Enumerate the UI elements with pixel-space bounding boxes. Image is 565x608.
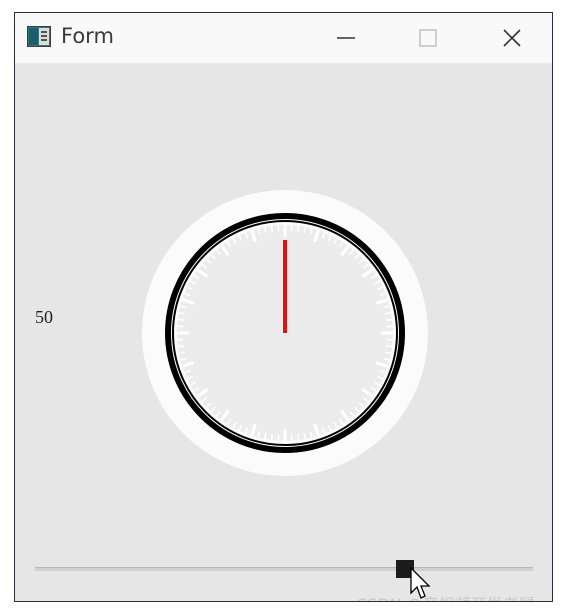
dial-gauge[interactable] [140, 188, 430, 478]
dial-minor-tick [270, 225, 274, 232]
watermark-text: CSDN @音视频开发老舅 [356, 591, 535, 601]
title-bar[interactable]: Form [15, 13, 552, 64]
dial-minor-tick [303, 433, 307, 440]
dial-minor-tick [303, 226, 307, 233]
dial-minor-tick [296, 434, 300, 441]
maximize-icon [419, 29, 437, 47]
minimize-button[interactable] [321, 13, 371, 63]
form-window: Form 50 CSDN @音视频开发老舅 [14, 12, 553, 602]
close-button[interactable] [487, 13, 537, 63]
dial-minor-tick [385, 351, 392, 355]
dial-minor-tick [177, 318, 184, 322]
dial-value-label: 50 [35, 307, 53, 327]
dial-minor-tick [296, 225, 300, 232]
maximize-button[interactable] [403, 13, 453, 63]
dial-minor-tick [263, 226, 267, 233]
dial-minor-tick [386, 318, 393, 322]
slider-track[interactable] [35, 567, 533, 571]
form-app-icon [27, 26, 51, 47]
dial-minor-tick [263, 433, 267, 440]
window-title: Form [61, 24, 114, 48]
dial-minor-tick [177, 344, 184, 348]
dial-minor-tick [386, 344, 393, 348]
dial-minor-tick [178, 311, 185, 315]
dial-minor-tick [178, 351, 185, 355]
dial-minor-tick [385, 311, 392, 315]
dial-minor-tick [270, 434, 274, 441]
minimize-icon [337, 37, 355, 39]
close-icon [503, 29, 521, 47]
